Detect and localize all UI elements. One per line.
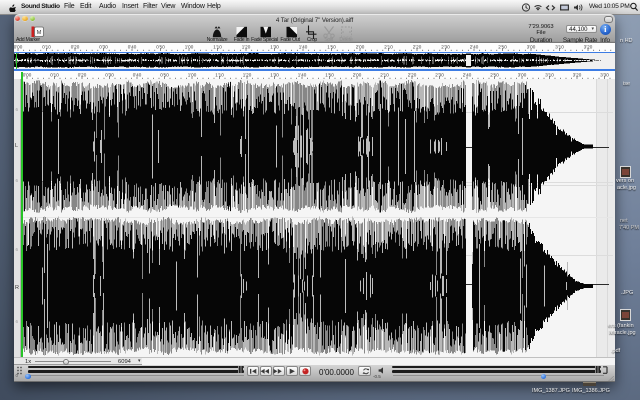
svg-text:0'00: 0'00 [14,45,23,50]
svg-text:M: M [37,30,42,36]
